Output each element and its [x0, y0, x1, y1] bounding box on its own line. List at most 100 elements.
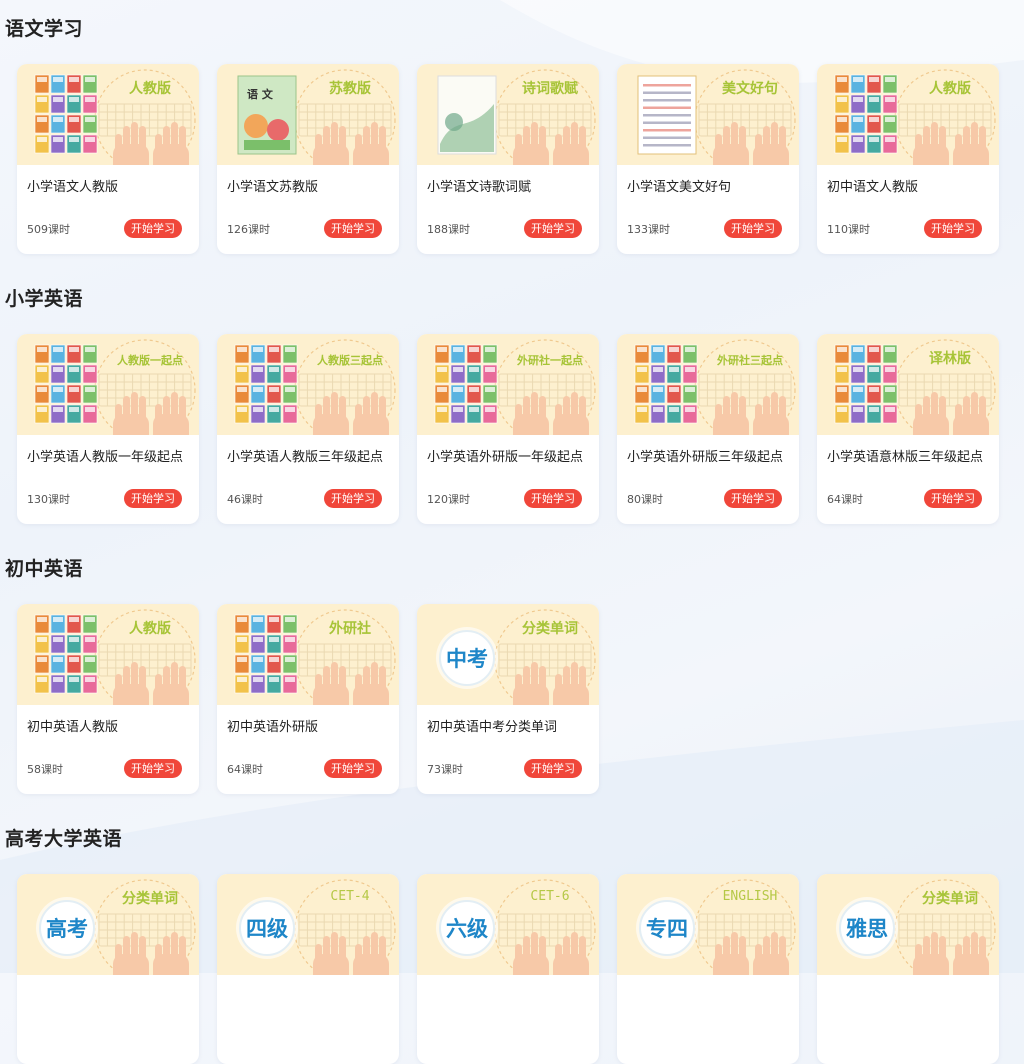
course-card[interactable]: 外研社一起点小学英语外研版一年级起点 120课时 开始学习 — [417, 334, 599, 524]
course-card[interactable]: 中考 分类单词初中英语中考分类单词 73课时 开始学习 — [417, 604, 599, 794]
start-learning-button[interactable]: 开始学习 — [124, 219, 182, 238]
textbook-cover-image — [34, 614, 98, 694]
course-row: 人教版一起点 小学英语人教版一年级起点 130课时 开始学习 人教版三起点 小学英语人教版… — [17, 334, 999, 524]
edition-label: 诗词歌赋 — [522, 81, 578, 97]
course-card[interactable]: 人教版三起点小学英语人教版三年级起点 46课时 开始学习 — [217, 334, 399, 524]
course-cover[interactable]: 人教版 — [17, 64, 199, 165]
course-card[interactable]: 诗词歌赋小学语文诗歌词赋 188课时 开始学习 — [417, 64, 599, 254]
course-card[interactable]: 人教版初中英语人教版 58课时 开始学习 — [17, 604, 199, 794]
start-learning-button[interactable]: 开始学习 — [124, 489, 182, 508]
course-cover[interactable]: 四级 CET-4 — [217, 874, 399, 975]
course-cover[interactable]: 诗词歌赋 — [417, 64, 599, 165]
course-card[interactable]: 六级 CET-6 — [417, 874, 599, 1064]
lesson-count: 64课时 — [827, 493, 863, 506]
course-name[interactable]: 初中语文人教版 — [827, 176, 918, 195]
course-cover[interactable]: 外研社 — [217, 604, 399, 705]
course-cover[interactable]: 高考 分类单词 — [17, 874, 199, 975]
section-title: 小学英语 — [5, 288, 84, 310]
course-badge: 六级 — [439, 900, 495, 956]
lesson-count: 509课时 — [27, 223, 70, 236]
course-badge: 雅思 — [839, 900, 895, 956]
course-cover[interactable]: 译林版 — [817, 334, 999, 435]
textbook-cover-image — [34, 74, 98, 154]
start-learning-button[interactable]: 开始学习 — [524, 219, 582, 238]
start-learning-button[interactable]: 开始学习 — [724, 489, 782, 508]
start-learning-button[interactable]: 开始学习 — [924, 219, 982, 238]
course-cover[interactable]: 雅思 分类单词 — [817, 874, 999, 975]
course-badge: 专四 — [639, 900, 695, 956]
course-cover[interactable]: 六级 CET-6 — [417, 874, 599, 975]
lesson-count: 188课时 — [427, 223, 470, 236]
start-learning-button[interactable]: 开始学习 — [324, 489, 382, 508]
course-cover[interactable]: 人教版 — [817, 64, 999, 165]
course-cover[interactable]: 美文好句 — [617, 64, 799, 165]
lesson-count: 133课时 — [627, 223, 670, 236]
course-card[interactable]: 人教版小学语文人教版 509课时 开始学习 — [17, 64, 199, 254]
lesson-count: 46课时 — [227, 493, 263, 506]
course-card[interactable]: 雅思 分类单词 — [817, 874, 999, 1064]
course-card[interactable]: 美文好句小学语文美文好句 133课时 开始学习 — [617, 64, 799, 254]
course-name[interactable]: 小学语文美文好句 — [627, 176, 731, 195]
start-learning-button[interactable]: 开始学习 — [324, 759, 382, 778]
course-cover[interactable]: 中考 分类单词 — [417, 604, 599, 705]
course-cover[interactable]: 人教版三起点 — [217, 334, 399, 435]
course-card[interactable]: 专四 ENGLISH — [617, 874, 799, 1064]
lesson-count: 130课时 — [27, 493, 70, 506]
lesson-count: 80课时 — [627, 493, 663, 506]
start-learning-button[interactable]: 开始学习 — [724, 219, 782, 238]
lesson-count: 120课时 — [427, 493, 470, 506]
edition-label: 人教版 — [929, 81, 971, 97]
start-learning-button[interactable]: 开始学习 — [524, 759, 582, 778]
course-name[interactable]: 初中英语中考分类单词 — [427, 716, 557, 735]
course-name[interactable]: 初中英语外研版 — [227, 716, 318, 735]
course-cover[interactable]: 专四 ENGLISH — [617, 874, 799, 975]
edition-label: 外研社 — [329, 621, 371, 637]
course-card[interactable]: 外研社三起点小学英语外研版三年级起点 80课时 开始学习 — [617, 334, 799, 524]
course-card[interactable]: 人教版初中语文人教版 110课时 开始学习 — [817, 64, 999, 254]
textbook-cover-image — [637, 75, 697, 155]
course-name[interactable]: 小学语文苏教版 — [227, 176, 318, 195]
section-title: 高考大学英语 — [5, 828, 123, 850]
start-learning-button[interactable]: 开始学习 — [924, 489, 982, 508]
textbook-cover-image — [834, 74, 898, 154]
textbook-cover-image — [34, 344, 98, 424]
course-name[interactable]: 小学英语外研版三年级起点 — [627, 446, 783, 465]
course-name[interactable]: 小学英语人教版一年级起点 — [27, 446, 183, 465]
course-name[interactable]: 小学语文人教版 — [27, 176, 118, 195]
start-learning-button[interactable]: 开始学习 — [324, 219, 382, 238]
course-cover[interactable]: 语 文 苏教版 — [217, 64, 399, 165]
course-card[interactable]: 四级 CET-4 — [217, 874, 399, 1064]
lesson-count: 64课时 — [227, 763, 263, 776]
course-row: 人教版初中英语人教版 58课时 开始学习 外研社初中英语外研版 64课时 开始学习 中考 分类… — [17, 604, 599, 794]
edition-label: 人教版三起点 — [317, 354, 383, 367]
course-card[interactable]: 译林版小学英语意林版三年级起点 64课时 开始学习 — [817, 334, 999, 524]
course-badge: 中考 — [439, 630, 495, 686]
course-cover[interactable]: 外研社三起点 — [617, 334, 799, 435]
edition-label: 人教版一起点 — [117, 354, 183, 367]
course-cover[interactable]: 人教版 — [17, 604, 199, 705]
edition-label: 美文好句 — [722, 81, 778, 97]
lesson-count: 73课时 — [427, 763, 463, 776]
course-cover[interactable]: 外研社一起点 — [417, 334, 599, 435]
course-name[interactable]: 小学语文诗歌词赋 — [427, 176, 531, 195]
course-name[interactable]: 小学英语外研版一年级起点 — [427, 446, 583, 465]
start-learning-button[interactable]: 开始学习 — [524, 489, 582, 508]
course-card[interactable]: 语 文 苏教版 小学语文苏教版 126课时 开始学习 — [217, 64, 399, 254]
textbook-cover-image — [437, 75, 497, 155]
course-card[interactable]: 高考 分类单词 — [17, 874, 199, 1064]
cover-title: 语 文 — [247, 88, 273, 101]
course-card[interactable]: 外研社初中英语外研版 64课时 开始学习 — [217, 604, 399, 794]
lesson-count: 58课时 — [27, 763, 63, 776]
course-card[interactable]: 人教版一起点小学英语人教版一年级起点 130课时 开始学习 — [17, 334, 199, 524]
course-row: 高考 分类单词 四级 CET-4 六级 CET-6 专四 ENGLISH 雅思 分类单词 — [17, 874, 999, 1064]
edition-label: 外研社一起点 — [517, 354, 583, 367]
course-name[interactable]: 小学英语意林版三年级起点 — [827, 446, 983, 465]
course-badge: 高考 — [39, 900, 95, 956]
edition-label: CET-4 — [330, 889, 370, 904]
course-name[interactable]: 小学英语人教版三年级起点 — [227, 446, 383, 465]
lesson-count: 110课时 — [827, 223, 870, 236]
start-learning-button[interactable]: 开始学习 — [124, 759, 182, 778]
edition-label: 分类单词 — [522, 621, 578, 637]
course-name[interactable]: 初中英语人教版 — [27, 716, 118, 735]
course-cover[interactable]: 人教版一起点 — [17, 334, 199, 435]
